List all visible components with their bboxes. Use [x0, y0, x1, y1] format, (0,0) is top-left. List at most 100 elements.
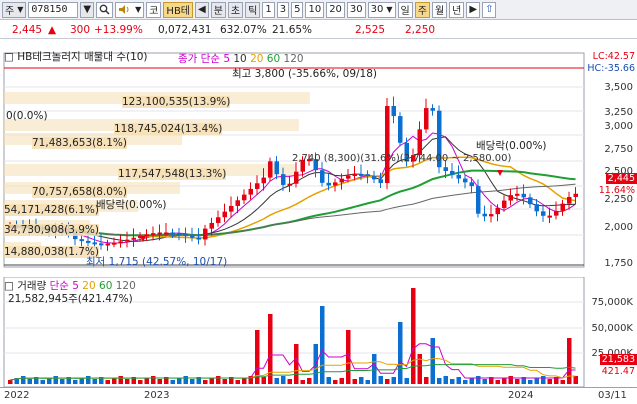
candle-body [86, 240, 91, 243]
volume-bar [47, 378, 52, 384]
day-button[interactable]: 일 [397, 1, 413, 18]
volume-bar [203, 380, 208, 384]
chevron-down-icon: ▼ [83, 4, 92, 15]
period-1-button[interactable]: 1 [262, 1, 275, 18]
code-dropdown-button[interactable]: ▼ [80, 1, 95, 18]
period-5-button[interactable]: 5 [291, 1, 304, 18]
period-select-value: 30 [370, 4, 384, 15]
volume-bar [60, 379, 65, 384]
candle-body [333, 182, 338, 186]
second-button[interactable]: 초 [227, 1, 244, 18]
candle-body [482, 213, 487, 217]
change-arrow-icon: ▲ [48, 24, 57, 36]
volume-bar [222, 379, 227, 384]
trade-volume: 0,072,431 [158, 24, 212, 36]
volume-bar [138, 380, 143, 384]
candle-body [99, 243, 104, 246]
month-button[interactable]: 월 [431, 1, 448, 18]
chevron-down-icon: ▼ [17, 5, 24, 14]
year-button[interactable]: 년 [449, 1, 465, 18]
candle-body [287, 183, 292, 186]
period-3-button[interactable]: 3 [276, 1, 290, 18]
volume-bar [398, 322, 403, 384]
period-30-button[interactable]: 30 [346, 1, 366, 18]
legend-close: 종가 단순 [178, 53, 220, 65]
volume-bar [437, 378, 442, 384]
vp-label-9: 14,880,038(1.7%) [4, 246, 99, 258]
period-20-button[interactable]: 20 [326, 1, 345, 18]
candle-body [359, 173, 364, 176]
candle-body [268, 161, 273, 178]
volume-bar [404, 378, 409, 384]
stock-code-input[interactable]: 078150 [28, 1, 79, 18]
candle-body [170, 232, 175, 235]
hc-badge: HC:-35.66 [587, 63, 635, 74]
candle-body [352, 173, 357, 176]
period-10-button[interactable]: 10 [305, 1, 325, 18]
volume-bar [118, 376, 123, 384]
candle-body [443, 167, 448, 171]
volume-bar [528, 380, 533, 384]
tick-button[interactable]: 틱 [245, 1, 261, 18]
volume-bar [281, 376, 286, 384]
candle-body [105, 243, 110, 246]
volume-bar [482, 379, 487, 384]
collapse-icon[interactable]: □ [4, 280, 14, 292]
scroll-up-button[interactable]: ⇧ [482, 1, 497, 18]
volume-bar [151, 376, 156, 384]
prev-arrow-button[interactable]: ◀ [195, 1, 209, 18]
volume-bar [209, 378, 214, 384]
ko-button[interactable]: 코 [146, 1, 162, 18]
candle-body [560, 203, 565, 211]
volume-pct: 632.07% [220, 24, 267, 36]
candle-body [508, 195, 513, 201]
next-arrow-button[interactable]: ▶ [466, 1, 481, 18]
candle-body [463, 178, 468, 183]
candle-body [541, 211, 546, 216]
candle-body [398, 116, 403, 143]
vol-legend-ma20: 20 [82, 280, 96, 292]
volume-bar [216, 376, 221, 384]
range-label: 2,740 (8,300)(31.6%)(2,744.00 ~ 2,580.00… [292, 153, 512, 164]
volume-bar [469, 378, 474, 384]
vol-y-tick: 75,000K [591, 297, 633, 308]
volume-bar [463, 380, 468, 384]
legend-ma120: 120 [283, 53, 304, 65]
candle-body [339, 178, 344, 183]
candle-body [450, 170, 455, 175]
candle-body [385, 105, 390, 184]
y-tick: 1,750 [604, 258, 633, 269]
volume-bar [430, 338, 435, 384]
week-button[interactable]: 주 [414, 1, 430, 18]
volume-bar [242, 378, 247, 384]
x-label-date: 03/11 [598, 390, 627, 401]
toolbar: 주 ▼ 078150 ▼ ▼ 코 HB테 ◀ 분 초 틱 1 3 5 10 20 … [0, 0, 637, 20]
candle-body [274, 161, 279, 175]
vp-label-6: 70,757,658(8.0%) [32, 186, 127, 198]
candle-body [346, 175, 351, 179]
price-legend: 종가 단순 5 10 20 60 120 [178, 51, 304, 66]
period-select[interactable]: 30 ▼ [367, 1, 396, 18]
volume-bar [372, 354, 377, 384]
candle-body [203, 228, 208, 240]
sound-button[interactable]: ▼ [115, 1, 145, 18]
volume-bar [112, 378, 117, 384]
y-tick: 2,000 [604, 222, 633, 233]
candle-body [164, 232, 169, 235]
candle-body [547, 215, 552, 218]
volume-bar [359, 377, 364, 384]
market-select[interactable]: 주 ▼ [2, 1, 27, 18]
minute-button[interactable]: 분 [210, 1, 226, 18]
y-tick: 2,750 [604, 144, 633, 155]
volume-bar [424, 377, 429, 384]
collapse-icon[interactable]: □ [4, 51, 14, 63]
volume-bar [502, 378, 507, 384]
search-button[interactable] [96, 1, 114, 18]
volume-title: □ 거래량 단순 5 20 60 120 [4, 280, 136, 292]
vol-legend-ma120: 120 [115, 280, 136, 292]
candle-body [242, 194, 247, 201]
stock-name-button[interactable]: HB테 [163, 1, 194, 18]
pct-badge: 11.64% [598, 185, 635, 196]
candle-body [183, 234, 188, 237]
candle-body [430, 108, 435, 111]
